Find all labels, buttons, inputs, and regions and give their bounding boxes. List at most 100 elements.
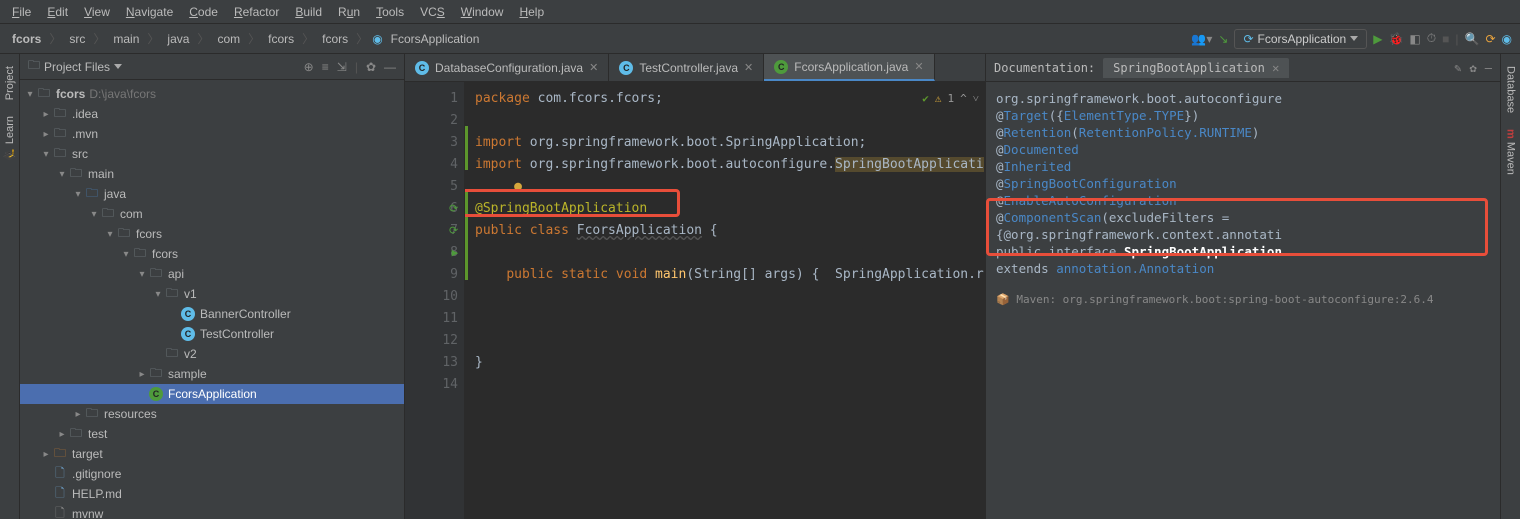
user-icon[interactable]: 👥▾ (1191, 32, 1212, 46)
menu-tools[interactable]: Tools (370, 3, 410, 21)
edit-icon[interactable]: ✎ (1454, 61, 1461, 75)
tab-testcontroller[interactable]: CTestController.java✕ (609, 54, 764, 81)
class-icon: ◉ (372, 32, 382, 46)
ide-icon[interactable]: ◉ (1502, 32, 1512, 46)
hide-icon[interactable]: — (384, 60, 396, 74)
bc-root[interactable]: fcors (8, 30, 45, 48)
menu-navigate[interactable]: Navigate (120, 3, 179, 21)
tree-v1[interactable]: ▾🗀v1 (20, 284, 404, 304)
menu-window[interactable]: Window (455, 3, 510, 21)
menu-view[interactable]: View (78, 3, 116, 21)
tree-testdir[interactable]: ▸🗀test (20, 424, 404, 444)
profile-button[interactable]: ⏱ (1427, 31, 1436, 46)
tree-java[interactable]: ▾🗀java (20, 184, 404, 204)
tree-mvn[interactable]: ▸🗀.mvn (20, 124, 404, 144)
bc-src[interactable]: src (65, 30, 89, 48)
highlight-box-1 (465, 189, 680, 217)
menu-build[interactable]: Build (289, 3, 328, 21)
close-icon[interactable]: ✕ (589, 61, 598, 74)
stop-button[interactable]: ■ (1442, 32, 1449, 46)
tree-mvnw[interactable]: 🗋mvnw (20, 504, 404, 519)
chevron-down-icon (1350, 36, 1358, 41)
close-icon[interactable]: ✕ (744, 61, 753, 74)
editor-area: CDatabaseConfiguration.java✕ CTestContro… (405, 54, 985, 519)
hide-icon[interactable]: — (1485, 61, 1492, 75)
tree-fcorsapp[interactable]: CFcorsApplication (20, 384, 404, 404)
tree-test[interactable]: CTestController (20, 324, 404, 344)
tree-resources[interactable]: ▸🗀resources (20, 404, 404, 424)
run-config-selector[interactable]: ⟳ FcorsApplication (1234, 29, 1367, 49)
settings-icon[interactable]: ✿ (366, 60, 376, 74)
toolbar-right: 👥▾ ↘ ⟳ FcorsApplication ▶ 🐞 ◧ ⏱ ■ | 🔍 ⟳ … (1191, 29, 1512, 49)
collapse-icon[interactable]: ⇲ (337, 60, 347, 74)
doc-tab[interactable]: SpringBootApplication ✕ (1103, 58, 1289, 78)
coverage-button[interactable]: ◧ (1409, 32, 1420, 46)
tree-api[interactable]: ▾🗀api (20, 264, 404, 284)
search-button[interactable]: 🔍 (1465, 32, 1480, 46)
project-tree[interactable]: ▾🗀fcorsD:\java\fcors ▸🗀.idea ▸🗀.mvn ▾🗀sr… (20, 80, 404, 519)
bc-fcors1[interactable]: fcors (264, 30, 298, 48)
run-gutter-icon[interactable]: ⟳ (449, 198, 458, 220)
editor-tabs: CDatabaseConfiguration.java✕ CTestContro… (405, 54, 985, 82)
doc-header: Documentation: (994, 61, 1095, 75)
chevron-down-icon[interactable] (114, 64, 122, 69)
tree-sample[interactable]: ▸🗀sample (20, 364, 404, 384)
bc-fcors2[interactable]: fcors (318, 30, 352, 48)
bc-file[interactable]: FcorsApplication (387, 30, 484, 48)
menu-edit[interactable]: Edit (41, 3, 74, 21)
tree-target[interactable]: ▸🗀target (20, 444, 404, 464)
gutter: 1234567891011121314 ⟳ ⟳ ▶ (405, 82, 465, 519)
tree-v2[interactable]: 🗀v2 (20, 344, 404, 364)
database-tool-tab[interactable]: Database (1503, 58, 1519, 121)
menu-file[interactable]: File (6, 3, 37, 21)
tree-idea[interactable]: ▸🗀.idea (20, 104, 404, 124)
sync-icon[interactable]: ⟳ (1485, 32, 1495, 46)
debug-button[interactable]: 🐞 (1388, 32, 1403, 46)
highlight-box-2 (986, 198, 1488, 256)
tree-banner[interactable]: CBannerController (20, 304, 404, 324)
gear-icon[interactable]: ✿ (1470, 61, 1477, 75)
run-gutter-icon[interactable]: ⟳ (449, 220, 458, 242)
expand-icon[interactable]: ≡ (322, 60, 329, 74)
tree-gitignore[interactable]: 🗋.gitignore (20, 464, 404, 484)
tab-fcorsapp[interactable]: CFcorsApplication.java✕ (764, 54, 934, 81)
tree-fcors2[interactable]: ▾🗀fcors (20, 244, 404, 264)
tab-database[interactable]: CDatabaseConfiguration.java✕ (405, 54, 609, 81)
menu-run[interactable]: Run (332, 3, 366, 21)
code[interactable]: ✔⚠1^˅ package com.fcors.fcors; import or… (465, 82, 985, 519)
documentation-panel: Documentation: SpringBootApplication ✕ ✎… (985, 54, 1500, 519)
menubar: File Edit View Navigate Code Refactor Bu… (0, 0, 1520, 24)
spring-icon: ⟳ (1243, 32, 1253, 46)
close-icon[interactable]: ✕ (914, 60, 923, 73)
tree-root[interactable]: ▾🗀fcorsD:\java\fcors (20, 84, 404, 104)
project-panel: 🗀 Project Files ⊕ ≡ ⇲ | ✿ — ▾🗀fcorsD:\ja… (20, 54, 405, 519)
tree-help[interactable]: 🗋HELP.md (20, 484, 404, 504)
project-tool-tab[interactable]: Project (2, 58, 18, 108)
inspection-indicators[interactable]: ✔⚠1^˅ (922, 88, 979, 110)
learn-tool-tab[interactable]: 🎓 Learn (1, 108, 18, 169)
run-gutter-icon[interactable]: ▶ (449, 242, 458, 264)
tree-fcors1[interactable]: ▾🗀fcors (20, 224, 404, 244)
menu-help[interactable]: Help (513, 3, 550, 21)
bc-com[interactable]: com (213, 30, 244, 48)
tree-com[interactable]: ▾🗀com (20, 204, 404, 224)
toolbar: fcors〉 src〉 main〉 java〉 com〉 fcors〉 fcor… (0, 24, 1520, 54)
panel-title: Project Files (44, 60, 110, 74)
editor-body[interactable]: 1234567891011121314 ⟳ ⟳ ▶ ✔⚠1^˅ package … (405, 82, 985, 519)
build-icon[interactable]: ↘ (1218, 32, 1228, 46)
breadcrumb: fcors〉 src〉 main〉 java〉 com〉 fcors〉 fcor… (8, 30, 1191, 48)
doc-content: org.springframework.boot.autoconfigure @… (986, 82, 1500, 285)
menu-refactor[interactable]: Refactor (228, 3, 285, 21)
tree-main[interactable]: ▾🗀main (20, 164, 404, 184)
maven-tool-tab[interactable]: m Maven (1503, 121, 1519, 183)
right-tool-strip: Database m Maven (1500, 54, 1520, 519)
bc-java[interactable]: java (163, 30, 193, 48)
run-button[interactable]: ▶ (1373, 32, 1382, 46)
menu-code[interactable]: Code (183, 3, 224, 21)
left-tool-strip: Project 🎓 Learn (0, 54, 20, 519)
doc-footer: 📦 Maven: org.springframework.boot:spring… (986, 287, 1500, 312)
locate-icon[interactable]: ⊕ (304, 60, 314, 74)
bc-main[interactable]: main (109, 30, 143, 48)
tree-src[interactable]: ▾🗀src (20, 144, 404, 164)
menu-vcs[interactable]: VCS (414, 3, 451, 21)
